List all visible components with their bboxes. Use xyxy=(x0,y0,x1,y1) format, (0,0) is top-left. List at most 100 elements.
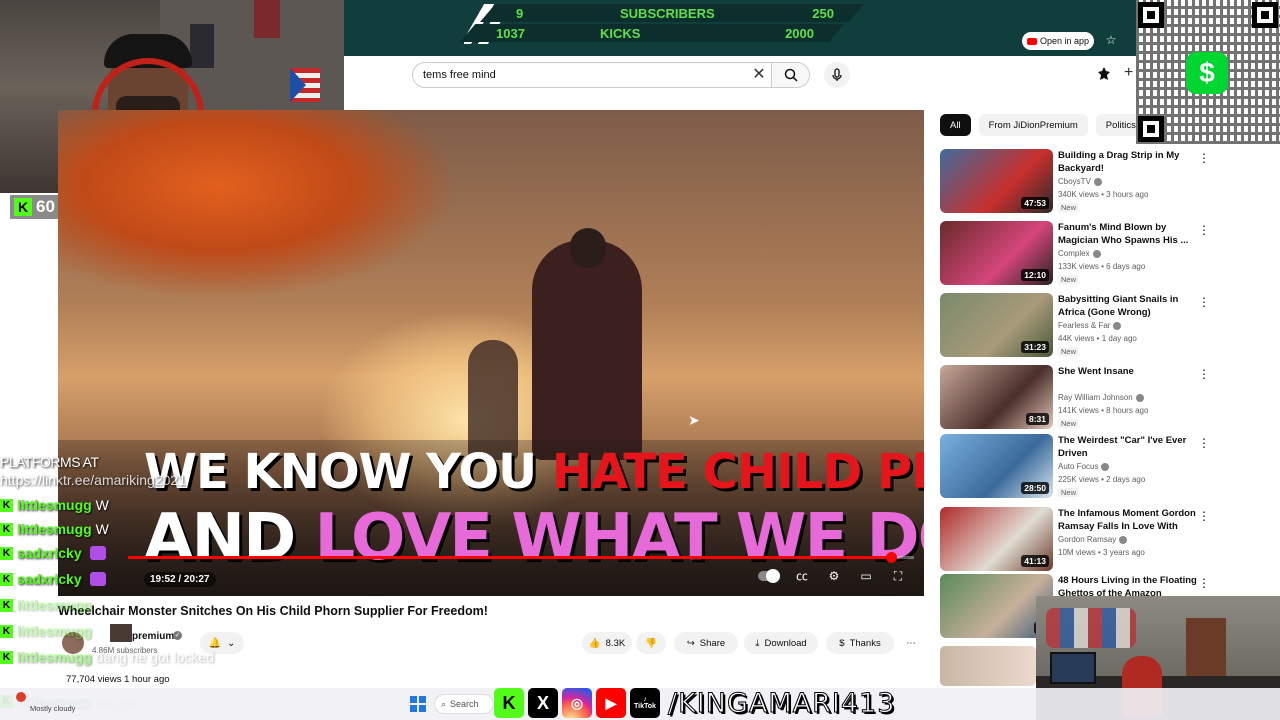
open-in-app-button[interactable]: Open in app xyxy=(1022,32,1094,50)
recommended-channel[interactable]: Complex xyxy=(1058,249,1101,258)
verified-check-icon xyxy=(1135,393,1144,402)
windows-start-icon[interactable] xyxy=(410,696,426,712)
recommended-channel[interactable]: Ray William Johnson xyxy=(1058,393,1144,402)
more-options-icon[interactable]: ⋮ xyxy=(1198,509,1210,523)
download-button[interactable]: ⤓ Download xyxy=(744,632,818,654)
subscriber-goal-current: 9 xyxy=(516,5,524,21)
chat-message: Klittlesmugg W xyxy=(0,520,109,538)
recommended-video[interactable]: 12:10 Fanum's Mind Blown by Magician Who … xyxy=(940,221,1270,287)
recommended-title[interactable]: Babysitting Giant Snails in Africa (Gone… xyxy=(1058,293,1198,319)
kick-badge-icon: K xyxy=(0,624,13,638)
video-duration: 8:31 xyxy=(1025,413,1049,425)
more-options-icon[interactable]: ⋮ xyxy=(1198,576,1210,590)
like-button[interactable]: 👍 8.3K xyxy=(582,632,632,654)
recommended-thumbnail[interactable]: 8:31 xyxy=(940,365,1053,429)
channel-name[interactable]: premium xyxy=(132,631,174,642)
chip-from-channel[interactable]: From JiDionPremium xyxy=(978,114,1088,136)
video-duration: 31:23 xyxy=(1021,341,1049,353)
caption-line1-red: HATE CHILD PREDATORS xyxy=(551,444,924,500)
chat-text: W xyxy=(95,521,109,537)
recommended-title[interactable]: She Went Insane xyxy=(1058,365,1198,378)
chat-message: Klittlesmugg xyxy=(0,596,96,614)
video-man-silhouette xyxy=(532,240,642,460)
video-progress-bar[interactable] xyxy=(128,552,914,563)
views-and-date: 77,704 views 1 hour ago xyxy=(66,674,170,685)
recommended-thumbnail[interactable]: 41:13 xyxy=(940,507,1053,571)
search-icon: ⌕ xyxy=(441,698,447,709)
recommended-channel[interactable]: CboysTV xyxy=(1058,177,1102,186)
qr-finder xyxy=(1138,2,1164,28)
kick-goal-label: KICKS xyxy=(600,25,641,41)
captions-icon[interactable]: ㏄ xyxy=(792,568,812,584)
weather-text[interactable]: Mostly cloudy xyxy=(30,704,75,713)
search-button[interactable] xyxy=(772,62,810,88)
recommended-channel[interactable]: Fearless & Far xyxy=(1058,321,1122,330)
recommended-views: 44K views • 1 day ago xyxy=(1058,334,1137,343)
extension-icon[interactable] xyxy=(1096,66,1112,82)
recommended-views: 141K views • 8 hours ago xyxy=(1058,406,1149,415)
subscriber-goal: 9 SUBSCRIBERS 250 xyxy=(480,4,864,22)
weather-icon[interactable] xyxy=(16,692,26,702)
emote-icon xyxy=(89,546,106,560)
recommended-video[interactable]: 28:50 The Weirdest "Car" I've Ever Driven… xyxy=(940,434,1270,500)
settings-gear-icon[interactable]: ⚙ xyxy=(824,568,844,584)
subscriber-goal-label: SUBSCRIBERS xyxy=(620,5,715,21)
more-actions-icon[interactable]: ⋯ xyxy=(900,632,922,654)
recommended-channel[interactable]: Gordon Ramsay xyxy=(1058,535,1128,544)
kick-badge-icon: K xyxy=(0,522,13,536)
search-input[interactable]: tems free mind xyxy=(412,62,772,88)
chat-message: Ksadxricky xyxy=(0,544,106,562)
new-badge: New xyxy=(1058,419,1080,428)
clear-search-icon[interactable]: ✕ xyxy=(750,66,768,84)
monitor xyxy=(1050,652,1096,684)
recommended-channel-name: Gordon Ramsay xyxy=(1058,535,1117,544)
recommended-thumbnail[interactable]: 12:10 xyxy=(940,221,1053,285)
youtube-icon xyxy=(1026,37,1037,45)
video-caption-line1: WE KNOW YOU HATE CHILD PREDATORS xyxy=(144,442,924,502)
more-options-icon[interactable]: ⋮ xyxy=(1198,436,1210,450)
thanks-button[interactable]: $ Thanks xyxy=(826,632,894,654)
chat-text: dang he got locked xyxy=(95,649,214,665)
recommended-title[interactable]: The Infamous Moment Gordon Ramsay Falls … xyxy=(1058,507,1198,533)
thanks-label: Thanks xyxy=(849,637,881,649)
recommended-title[interactable]: Building a Drag Strip in My Backyard! xyxy=(1058,149,1198,175)
recommended-views: 340K views • 3 hours ago xyxy=(1058,190,1149,199)
puerto-rico-flag xyxy=(290,68,320,102)
taskbar-search[interactable]: ⌕ Search xyxy=(434,694,494,714)
recommended-video[interactable]: 47:53 Building a Drag Strip in My Backyar… xyxy=(940,149,1270,215)
video-player[interactable]: WE KNOW YOU HATE CHILD PREDATORS AND LOV… xyxy=(58,110,924,596)
share-button[interactable]: ↪ Share xyxy=(674,632,738,654)
dislike-button[interactable]: 👎 xyxy=(636,632,666,654)
recommended-thumbnail[interactable]: 28:50 xyxy=(940,434,1053,498)
recommended-thumbnail[interactable] xyxy=(940,646,1036,686)
more-options-icon[interactable]: ⋮ xyxy=(1198,151,1210,165)
autoplay-toggle[interactable] xyxy=(758,569,780,583)
create-plus-icon[interactable]: + xyxy=(1124,64,1133,82)
more-options-icon[interactable]: ⋮ xyxy=(1198,223,1210,237)
recommended-channel[interactable]: Auto Focus xyxy=(1058,462,1110,471)
qr-finder xyxy=(1138,116,1164,142)
social-handle: /KINGAMARI413 xyxy=(667,687,896,719)
more-options-icon[interactable]: ⋮ xyxy=(1198,295,1210,309)
theater-mode-icon[interactable]: ▭ xyxy=(856,568,876,584)
recommended-video[interactable]: 41:13 The Infamous Moment Gordon Ramsay F… xyxy=(940,507,1270,573)
chip-all[interactable]: All xyxy=(940,114,971,136)
recommended-title[interactable]: The Weirdest "Car" I've Ever Driven xyxy=(1058,434,1198,460)
recommended-video[interactable]: 31:23 Babysitting Giant Snails in Africa … xyxy=(940,293,1270,359)
microphone-icon xyxy=(832,68,842,81)
platforms-text: PLATFORMS AT xyxy=(0,454,99,470)
recommended-video[interactable]: 8:31 She Went Insane Ray William Johnson 14… xyxy=(940,365,1270,431)
recommended-channel-name: CboysTV xyxy=(1058,177,1091,186)
fullscreen-icon[interactable]: ⛶ xyxy=(888,568,908,584)
recommended-title[interactable]: Fanum's Mind Blown by Magician Who Spawn… xyxy=(1058,221,1198,247)
recommended-thumbnail[interactable]: 47:53 xyxy=(940,149,1053,213)
recommended-thumbnail[interactable]: 31:23 xyxy=(940,293,1053,357)
recommended-channel-name: Ray William Johnson xyxy=(1058,393,1133,402)
voice-search-button[interactable] xyxy=(824,62,850,88)
chat-username: littlesmugg xyxy=(17,649,92,665)
more-options-icon[interactable]: ⋮ xyxy=(1198,367,1210,381)
bookmark-star-icon[interactable]: ☆ xyxy=(1104,33,1118,47)
new-badge: New xyxy=(1058,203,1080,212)
verified-check-icon xyxy=(1101,462,1110,471)
taskbar-search-label: Search xyxy=(450,699,479,709)
